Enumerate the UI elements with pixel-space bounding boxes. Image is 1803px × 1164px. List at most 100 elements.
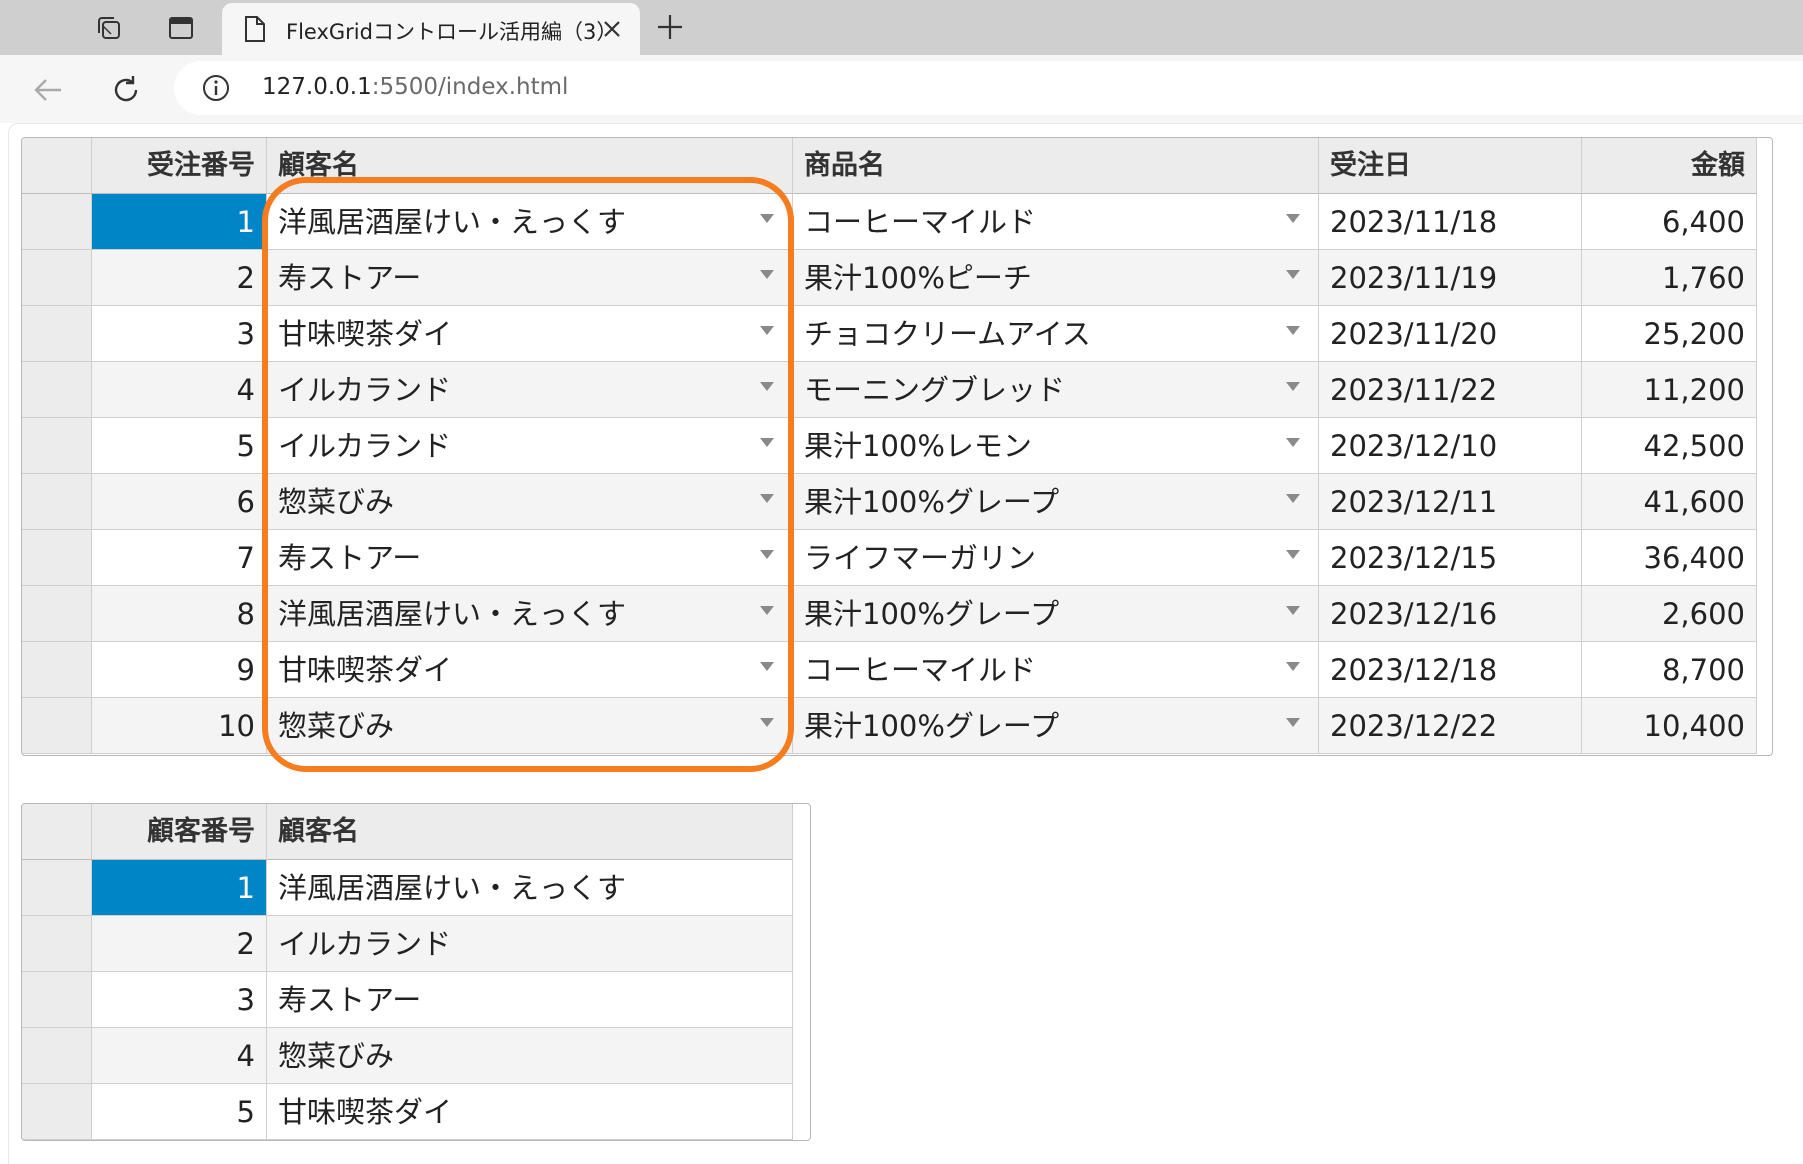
- dropdown-arrow-icon[interactable]: [760, 270, 774, 279]
- dropdown-arrow-icon[interactable]: [760, 606, 774, 615]
- row-header[interactable]: [22, 860, 92, 916]
- row-header[interactable]: [22, 972, 92, 1028]
- row-header[interactable]: [22, 698, 92, 754]
- product-cell[interactable]: 果汁100%グレープ: [793, 698, 1319, 754]
- row-header[interactable]: [22, 642, 92, 698]
- customer-no-cell[interactable]: 5: [92, 1084, 267, 1140]
- customer-cell[interactable]: 寿ストアー: [267, 250, 793, 306]
- amount-cell[interactable]: 2,600: [1582, 586, 1757, 642]
- tab-actions-icon[interactable]: [163, 10, 199, 46]
- column-header-product[interactable]: 商品名: [793, 138, 1319, 194]
- product-cell[interactable]: 果汁100%レモン: [793, 418, 1319, 474]
- amount-cell[interactable]: 41,600: [1582, 474, 1757, 530]
- dropdown-arrow-icon[interactable]: [1286, 662, 1300, 671]
- dropdown-arrow-icon[interactable]: [760, 438, 774, 447]
- amount-cell[interactable]: 1,760: [1582, 250, 1757, 306]
- customer-cell[interactable]: 甘味喫茶ダイ: [267, 642, 793, 698]
- order-no-cell[interactable]: 1: [92, 194, 267, 250]
- customer-name-cell[interactable]: イルカランド: [267, 916, 793, 972]
- product-cell[interactable]: 果汁100%ピーチ: [793, 250, 1319, 306]
- dropdown-arrow-icon[interactable]: [760, 662, 774, 671]
- customer-name-cell[interactable]: 洋風居酒屋けい・えっくす: [267, 860, 793, 916]
- order-no-cell[interactable]: 8: [92, 586, 267, 642]
- workspaces-icon[interactable]: [91, 10, 127, 46]
- column-header-order-date[interactable]: 受注日: [1319, 138, 1582, 194]
- column-header-amount[interactable]: 金額: [1582, 138, 1757, 194]
- order-no-cell[interactable]: 6: [92, 474, 267, 530]
- row-header[interactable]: [22, 916, 92, 972]
- amount-cell[interactable]: 42,500: [1582, 418, 1757, 474]
- dropdown-arrow-icon[interactable]: [1286, 606, 1300, 615]
- row-header[interactable]: [22, 250, 92, 306]
- product-cell[interactable]: チョコクリームアイス: [793, 306, 1319, 362]
- customer-cell[interactable]: 惣菜びみ: [267, 698, 793, 754]
- order-date-cell[interactable]: 2023/12/11: [1319, 474, 1582, 530]
- customer-cell[interactable]: 惣菜びみ: [267, 474, 793, 530]
- dropdown-arrow-icon[interactable]: [760, 214, 774, 223]
- product-cell[interactable]: コーヒーマイルド: [793, 194, 1319, 250]
- amount-cell[interactable]: 36,400: [1582, 530, 1757, 586]
- browser-tab-active[interactable]: FlexGridコントロール活用編（3）: [222, 3, 640, 55]
- dropdown-arrow-icon[interactable]: [1286, 326, 1300, 335]
- dropdown-arrow-icon[interactable]: [760, 382, 774, 391]
- order-date-cell[interactable]: 2023/11/20: [1319, 306, 1582, 362]
- customer-cell[interactable]: イルカランド: [267, 418, 793, 474]
- product-cell[interactable]: モーニングブレッド: [793, 362, 1319, 418]
- dropdown-arrow-icon[interactable]: [760, 326, 774, 335]
- customer-name-cell[interactable]: 甘味喫茶ダイ: [267, 1084, 793, 1140]
- dropdown-arrow-icon[interactable]: [1286, 550, 1300, 559]
- customer-cell[interactable]: 洋風居酒屋けい・えっくす: [267, 194, 793, 250]
- customer-no-cell[interactable]: 2: [92, 916, 267, 972]
- amount-cell[interactable]: 6,400: [1582, 194, 1757, 250]
- top-left-corner[interactable]: [22, 138, 92, 194]
- column-header-customer-no[interactable]: 顧客番号: [92, 804, 267, 860]
- order-no-cell[interactable]: 7: [92, 530, 267, 586]
- order-date-cell[interactable]: 2023/11/19: [1319, 250, 1582, 306]
- order-date-cell[interactable]: 2023/12/16: [1319, 586, 1582, 642]
- dropdown-arrow-icon[interactable]: [760, 494, 774, 503]
- row-header[interactable]: [22, 418, 92, 474]
- customer-name-cell[interactable]: 惣菜びみ: [267, 1028, 793, 1084]
- customer-no-cell[interactable]: 3: [92, 972, 267, 1028]
- dropdown-arrow-icon[interactable]: [1286, 382, 1300, 391]
- new-tab-icon[interactable]: [655, 12, 685, 46]
- order-no-cell[interactable]: 2: [92, 250, 267, 306]
- order-date-cell[interactable]: 2023/12/18: [1319, 642, 1582, 698]
- row-header[interactable]: [22, 530, 92, 586]
- order-date-cell[interactable]: 2023/11/18: [1319, 194, 1582, 250]
- customer-name-cell[interactable]: 寿ストアー: [267, 972, 793, 1028]
- amount-cell[interactable]: 8,700: [1582, 642, 1757, 698]
- row-header[interactable]: [22, 306, 92, 362]
- row-header[interactable]: [22, 194, 92, 250]
- dropdown-arrow-icon[interactable]: [1286, 214, 1300, 223]
- row-header[interactable]: [22, 362, 92, 418]
- row-header[interactable]: [22, 586, 92, 642]
- back-arrow-icon[interactable]: [29, 71, 67, 109]
- reload-icon[interactable]: [107, 71, 145, 109]
- order-no-cell[interactable]: 4: [92, 362, 267, 418]
- product-cell[interactable]: 果汁100%グレープ: [793, 586, 1319, 642]
- row-header[interactable]: [22, 1084, 92, 1140]
- dropdown-arrow-icon[interactable]: [760, 550, 774, 559]
- customer-cell[interactable]: 甘味喫茶ダイ: [267, 306, 793, 362]
- url-field[interactable]: 127.0.0.1:5500/index.html: [174, 61, 1803, 115]
- customer-cell[interactable]: 洋風居酒屋けい・えっくす: [267, 586, 793, 642]
- amount-cell[interactable]: 11,200: [1582, 362, 1757, 418]
- dropdown-arrow-icon[interactable]: [1286, 270, 1300, 279]
- product-cell[interactable]: ライフマーガリン: [793, 530, 1319, 586]
- order-no-cell[interactable]: 5: [92, 418, 267, 474]
- product-cell[interactable]: コーヒーマイルド: [793, 642, 1319, 698]
- customer-no-cell[interactable]: 4: [92, 1028, 267, 1084]
- close-icon[interactable]: [602, 19, 622, 43]
- customer-no-cell[interactable]: 1: [92, 860, 267, 916]
- order-no-cell[interactable]: 9: [92, 642, 267, 698]
- row-header[interactable]: [22, 474, 92, 530]
- top-left-corner[interactable]: [22, 804, 92, 860]
- order-date-cell[interactable]: 2023/11/22: [1319, 362, 1582, 418]
- dropdown-arrow-icon[interactable]: [1286, 494, 1300, 503]
- dropdown-arrow-icon[interactable]: [1286, 438, 1300, 447]
- column-header-customer[interactable]: 顧客名: [267, 138, 793, 194]
- order-date-cell[interactable]: 2023/12/15: [1319, 530, 1582, 586]
- column-header-customer-name[interactable]: 顧客名: [267, 804, 793, 860]
- customer-cell[interactable]: 寿ストアー: [267, 530, 793, 586]
